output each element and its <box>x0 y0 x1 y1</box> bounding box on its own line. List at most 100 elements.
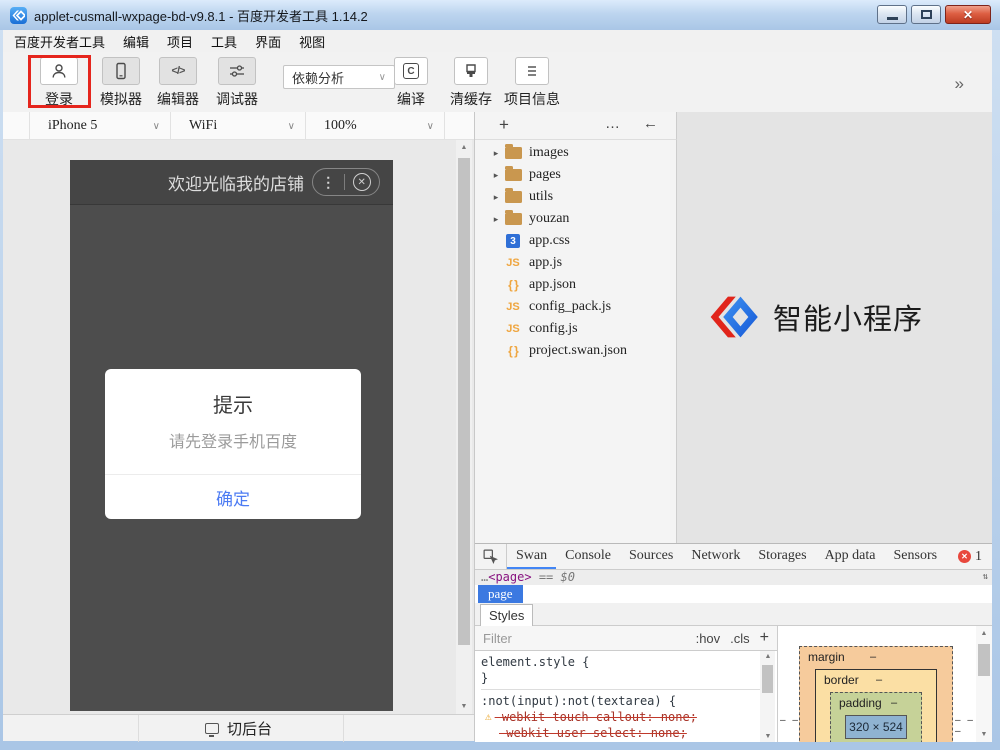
css-file-icon: 3 <box>506 234 520 248</box>
editor-placeholder-panel: 智能小程序 <box>677 112 992 543</box>
folder-icon <box>505 169 522 181</box>
close-circle-icon[interactable]: ✕ <box>353 173 371 191</box>
menu-tools[interactable]: 工具 <box>202 32 246 51</box>
css-rules: element.style { } :not(input):not(textar… <box>475 651 760 742</box>
chevron-right-icon[interactable]: ▸ <box>489 170 503 181</box>
folder-icon <box>505 191 522 203</box>
simulator-scrollbar[interactable]: ▲ ▼ <box>456 140 472 714</box>
scroll-down-icon[interactable]: ▼ <box>456 703 472 710</box>
tree-file-app-css[interactable]: 3 app.css <box>475 230 677 252</box>
chevron-right-icon[interactable]: ▸ <box>489 214 503 225</box>
selected-node-row: page <box>475 585 992 603</box>
tree-folder-pages[interactable]: ▸ pages <box>475 164 677 186</box>
capsule-menu: ⋮ ✕ <box>312 168 380 196</box>
styles-tabbar: Styles <box>475 603 992 626</box>
menu-interface[interactable]: 界面 <box>246 32 290 51</box>
tab-swan[interactable]: Swan <box>507 544 556 569</box>
rule-selector[interactable]: element.style { <box>481 654 760 670</box>
chevron-right-icon[interactable]: ▸ <box>489 192 503 203</box>
error-badge[interactable]: ✕ 1 <box>958 549 982 565</box>
phone-icon <box>112 62 130 80</box>
network-select[interactable]: WiFi ∨ <box>170 112 305 140</box>
styles-scrollbar[interactable]: ▲ ▼ <box>760 651 775 742</box>
class-toggle-button[interactable]: .cls <box>730 631 750 646</box>
tree-folder-images[interactable]: ▸ images <box>475 142 677 164</box>
error-icon: ✕ <box>958 550 971 563</box>
tree-folder-utils[interactable]: ▸ utils <box>475 186 677 208</box>
monitor-icon <box>205 723 219 734</box>
selected-node-chip[interactable]: page <box>478 585 523 604</box>
menu-edit[interactable]: 编辑 <box>114 32 158 51</box>
js-file-icon: JS <box>506 323 519 335</box>
new-rule-icon[interactable]: + <box>760 629 769 647</box>
scroll-down-icon[interactable]: ▼ <box>976 731 992 738</box>
box-model-padding: padding – 320 × 524 <box>830 692 922 742</box>
css-property[interactable]: -moz-user-select: none; <box>499 741 665 742</box>
menu-app[interactable]: 百度开发者工具 <box>5 32 114 51</box>
scroll-up-icon[interactable]: ▲ <box>976 630 992 637</box>
folder-icon <box>505 147 522 159</box>
device-select[interactable]: iPhone 5 ∨ <box>29 112 170 140</box>
tree-file-app-js[interactable]: JS app.js <box>475 252 677 274</box>
scroll-up-icon[interactable]: ▲ <box>456 144 472 151</box>
more-icon[interactable]: ⋮ <box>321 174 335 191</box>
close-button[interactable]: ✕ <box>945 5 991 24</box>
chevron-right-icon[interactable]: ▸ <box>489 148 503 159</box>
tree-file-project-swan-json[interactable]: { } project.swan.json <box>475 340 677 362</box>
tab-storages[interactable]: Storages <box>749 544 815 569</box>
titlebar: applet-cusmall-wxpage-bd-v9.8.1 - 百度开发者工… <box>0 0 1000 30</box>
scrollbar-thumb[interactable] <box>978 644 990 676</box>
js-file-icon: JS <box>506 301 519 313</box>
styles-filter-input[interactable] <box>483 631 603 646</box>
css-property[interactable]: -webkit-user-select: none; <box>499 725 687 741</box>
tab-console[interactable]: Console <box>556 544 620 569</box>
chevron-down-icon: ∨ <box>427 121 434 132</box>
rule-selector[interactable]: :not(input):not(textarea) { <box>481 693 760 709</box>
more-options-icon[interactable]: … <box>605 115 621 132</box>
device-toolbar: iPhone 5 ∨ WiFi ∨ 100% ∨ <box>3 112 474 140</box>
tab-network[interactable]: Network <box>682 544 749 569</box>
zoom-select[interactable]: 100% ∨ <box>305 112 445 140</box>
user-icon <box>50 62 68 80</box>
tree-folder-youzan[interactable]: ▸ youzan <box>475 208 677 230</box>
chevron-down-icon: ∨ <box>288 121 295 132</box>
swan-logo-icon <box>709 295 761 339</box>
css-property[interactable]: -webkit-touch-callout: none; <box>495 709 697 725</box>
simulator-viewport: 欢迎光临我的店铺 ⋮ ✕ 提示 请先登录手机百度 确定 <box>3 140 456 714</box>
chevron-down-icon: ∨ <box>153 121 160 132</box>
dialog-message: 请先登录手机百度 <box>105 428 361 452</box>
minimize-button[interactable] <box>877 5 907 24</box>
menu-project[interactable]: 项目 <box>158 32 202 51</box>
file-explorer-header: + … ← <box>475 112 677 140</box>
scroll-down-icon[interactable]: ▼ <box>760 733 776 740</box>
box-pane-scrollbar[interactable]: ▲ ▼ <box>976 626 992 742</box>
tab-sources[interactable]: Sources <box>620 544 682 569</box>
json-file-icon: { } <box>508 344 518 358</box>
menu-view[interactable]: 视图 <box>290 32 334 51</box>
phone-navigation-bar: 欢迎光临我的店铺 ⋮ ✕ <box>70 160 393 205</box>
tree-file-config-js[interactable]: JS config.js <box>475 318 677 340</box>
inspect-element-icon[interactable] <box>475 544 507 569</box>
collapse-panel-icon[interactable]: ← <box>643 115 658 132</box>
scrollbar-thumb[interactable] <box>458 158 470 645</box>
file-tree: ▸ images ▸ pages ▸ utils ▸ youzan 3 app.… <box>475 140 677 543</box>
tree-file-app-json[interactable]: { } app.json <box>475 274 677 296</box>
brand-logo: 智能小程序 <box>709 295 923 339</box>
add-file-icon[interactable]: + <box>499 115 509 135</box>
styles-pane: :hov .cls + element.style { } :not(input… <box>475 626 777 742</box>
switch-background-button[interactable]: 切后台 <box>3 714 474 741</box>
debugger-button[interactable]: 调试器 <box>197 57 277 109</box>
toolbar-overflow-button[interactable]: » <box>955 74 964 94</box>
scrollbar-thumb[interactable] <box>762 665 773 693</box>
tree-file-config-pack-js[interactable]: JS config_pack.js <box>475 296 677 318</box>
maximize-button[interactable] <box>911 5 941 24</box>
dom-tree-row[interactable]: …<page> == $0 ⇅ <box>475 570 992 585</box>
tab-app-data[interactable]: App data <box>816 544 885 569</box>
scroll-up-icon[interactable]: ▲ <box>760 653 776 660</box>
tab-sensors[interactable]: Sensors <box>885 544 947 569</box>
tab-styles[interactable]: Styles <box>480 604 533 627</box>
hover-state-button[interactable]: :hov <box>696 631 721 646</box>
brush-icon <box>462 62 480 80</box>
project-info-button[interactable]: 项目信息 <box>492 57 572 109</box>
dialog-confirm-button[interactable]: 确定 <box>216 485 250 510</box>
